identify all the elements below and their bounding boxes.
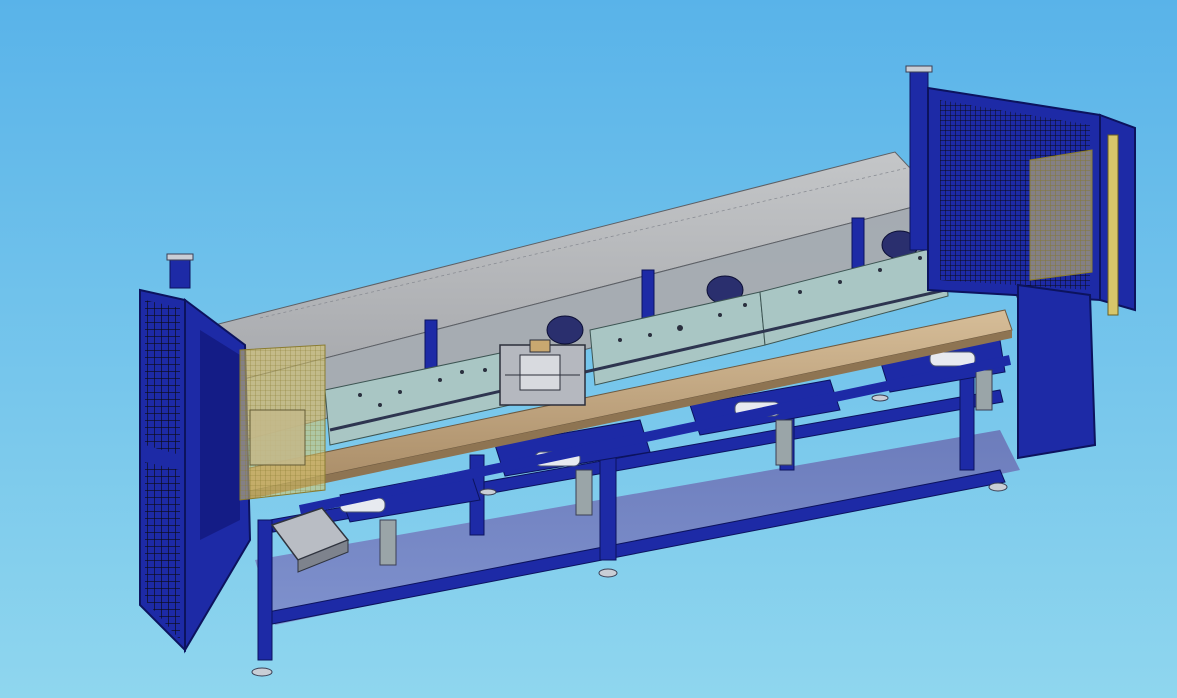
right-safety-guard — [905, 65, 1136, 460]
carriage-assembly — [499, 339, 586, 406]
right-light-curtain — [1029, 149, 1093, 281]
machine-3d-model[interactable] — [0, 0, 1177, 698]
cad-viewport[interactable] — [0, 0, 1177, 698]
